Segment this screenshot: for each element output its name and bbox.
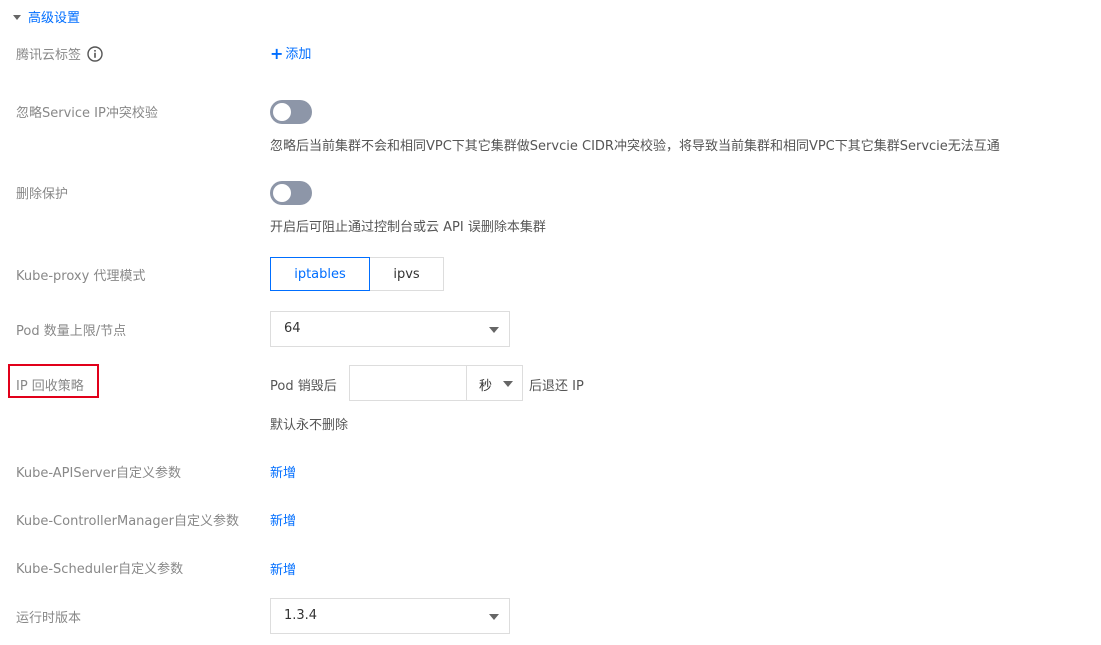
toggle-knob (273, 103, 291, 121)
ignore-ip-description: 忽略后当前集群不会和相同VPC下其它集群做Servcie CIDR冲突校验，将导… (270, 139, 1000, 154)
pod-limit-value: 64 (284, 321, 301, 336)
tags-label: 腾讯云标签 (16, 48, 82, 63)
runtime-select[interactable]: 1.3.4 (270, 598, 510, 634)
runtime-label: 运行时版本 (16, 611, 82, 626)
delete-protection-description: 开启后可阻止通过控制台或云 API 误删除本集群 (270, 220, 546, 235)
chevron-down-icon (503, 381, 513, 387)
iptables-option[interactable]: iptables (270, 257, 370, 291)
kube-proxy-label: Kube-proxy 代理模式 (16, 269, 146, 284)
ipvs-option[interactable]: ipvs (370, 257, 444, 291)
runtime-value: 1.3.4 (284, 608, 318, 623)
delete-protection-toggle[interactable] (270, 181, 312, 205)
ip-recycle-unit-select[interactable]: 秒 (467, 365, 523, 401)
chevron-down-icon (489, 327, 499, 333)
ip-recycle-hint: 默认永不删除 (270, 418, 349, 433)
add-tag-button[interactable]: + 添加 (270, 43, 311, 63)
scheduler-add-button[interactable]: 新增 (270, 559, 296, 578)
info-icon[interactable] (87, 45, 103, 66)
ip-recycle-prefix: Pod 销毁后 (270, 379, 337, 394)
plus-icon: + (270, 44, 284, 63)
ignore-ip-toggle[interactable] (270, 100, 312, 124)
pod-limit-select[interactable]: 64 (270, 311, 510, 347)
ignore-ip-label: 忽略Service IP冲突校验 (16, 106, 158, 121)
add-tag-label: 添加 (285, 47, 312, 62)
unit-value: 秒 (479, 379, 493, 394)
kube-proxy-segmented: iptables ipvs (270, 257, 444, 291)
section-title: 高级设置 (28, 11, 81, 26)
toggle-knob (273, 184, 291, 202)
controller-add-button[interactable]: 新增 (270, 510, 296, 529)
apiserver-add-button[interactable]: 新增 (270, 462, 296, 481)
ip-recycle-input[interactable] (349, 365, 467, 401)
caret-down-icon (13, 14, 21, 20)
controller-label: Kube-ControllerManager自定义参数 (16, 514, 239, 529)
ip-recycle-label: IP 回收策略 (16, 379, 84, 394)
chevron-down-icon (489, 614, 499, 620)
scheduler-label: Kube-Scheduler自定义参数 (16, 562, 184, 577)
tags-label-row: 腾讯云标签 (16, 44, 103, 66)
apiserver-label: Kube-APIServer自定义参数 (16, 466, 181, 481)
advanced-settings-toggle[interactable]: 高级设置 (13, 7, 80, 26)
pod-limit-label: Pod 数量上限/节点 (16, 324, 127, 339)
ip-recycle-suffix: 后退还 IP (529, 379, 584, 394)
delete-protection-label: 删除保护 (16, 187, 69, 202)
